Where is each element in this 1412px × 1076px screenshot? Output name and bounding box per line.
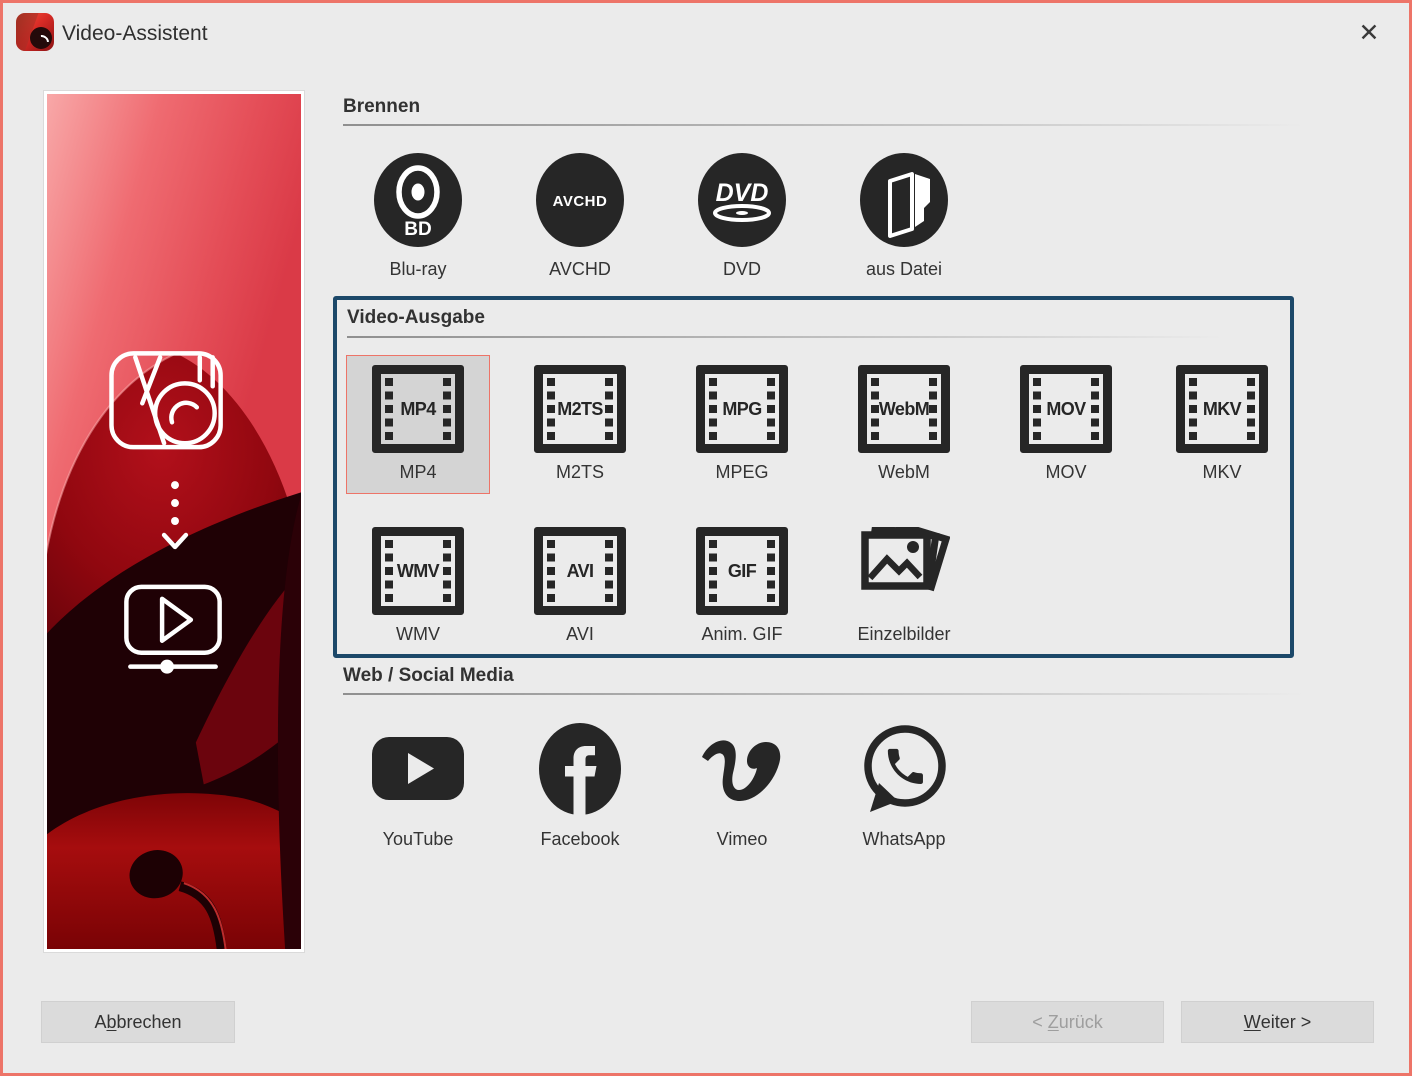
burn-option-avchd[interactable]: AVCHD AVCHD	[508, 153, 652, 280]
burn-option-bluray[interactable]: BD Blu-ray	[346, 153, 490, 280]
section-title-video-ausgabe: Video-Ausgabe	[347, 307, 485, 328]
close-button[interactable]: ✕	[1351, 15, 1387, 51]
film-strip-icon: WebM	[858, 365, 950, 453]
cancel-button[interactable]: Ab brechen	[41, 1001, 235, 1043]
option-label: Vimeo	[716, 829, 768, 849]
format-label: MOV	[1045, 462, 1087, 482]
section-rule	[347, 336, 1288, 338]
svg-text:AVCHD: AVCHD	[553, 193, 608, 210]
burn-option-from-file[interactable]: aus Datei	[832, 153, 976, 280]
option-label: aus Datei	[865, 259, 943, 279]
format-tile-mpeg[interactable]: MPG MPEG	[670, 355, 814, 494]
section-title-brennen: Brennen	[343, 96, 421, 117]
section-title-web-social: Web / Social Media	[343, 665, 514, 686]
option-label: AVCHD	[549, 259, 611, 279]
app-logo-icon	[16, 13, 54, 51]
dvd-disc-icon: DVD	[698, 153, 786, 247]
social-option-vimeo[interactable]: Vimeo	[670, 721, 814, 850]
film-strip-icon: WMV	[372, 527, 464, 615]
format-tile-einzelbilder[interactable]: Einzelbilder	[832, 517, 976, 656]
option-label: Facebook	[540, 829, 620, 849]
window-title: Video-Assistent	[62, 22, 208, 45]
format-label: M2TS	[555, 462, 604, 482]
flower-photo	[47, 94, 301, 949]
section-rule	[343, 693, 1376, 695]
format-tile-mkv[interactable]: MKV MKV	[1154, 355, 1290, 494]
film-strip-icon: AVI	[534, 527, 626, 615]
format-tile-mov[interactable]: MOV MOV	[994, 355, 1138, 494]
format-label: WebM	[878, 462, 930, 482]
format-label: Anim. GIF	[701, 624, 783, 644]
format-label: MPEG	[715, 462, 769, 482]
whatsapp-icon	[864, 725, 946, 812]
format-label: Einzelbilder	[857, 624, 951, 644]
film-strip-icon: GIF	[696, 527, 788, 615]
format-label: AVI	[566, 624, 594, 644]
next-button[interactable]: Weiter >	[1181, 1001, 1374, 1043]
social-option-youtube[interactable]: YouTube	[346, 721, 490, 850]
format-label: MKV	[1202, 462, 1242, 482]
titlebar: Video-Assistent ✕	[3, 3, 1409, 67]
option-label: DVD	[722, 259, 761, 279]
facebook-icon	[539, 723, 621, 815]
option-label: Blu-ray	[389, 259, 447, 279]
format-label: MP4	[399, 462, 437, 482]
close-icon: ✕	[1358, 19, 1380, 47]
social-option-whatsapp[interactable]: WhatsApp	[832, 721, 976, 850]
avchd-disc-icon: AVCHD	[536, 153, 624, 247]
back-button[interactable]: < Zurück	[971, 1001, 1164, 1043]
burn-option-dvd[interactable]: DVD DVD	[670, 153, 814, 280]
option-label: WhatsApp	[862, 829, 946, 849]
section-rule	[343, 124, 1376, 126]
svg-text:BD: BD	[404, 219, 431, 240]
bluray-disc-icon: BD	[374, 153, 462, 247]
format-tile-wmv[interactable]: WMV WMV	[346, 517, 490, 656]
format-tile-mp4[interactable]: MP4 MP4	[346, 355, 490, 494]
film-strip-icon: MP4	[372, 365, 464, 453]
video-assistant-dialog: Video-Assistent ✕ Brennen BD Blu-ray AVC…	[0, 0, 1412, 1076]
option-label: YouTube	[382, 829, 454, 849]
svg-text:DVD: DVD	[716, 179, 769, 207]
format-tile-anim-gif[interactable]: GIF Anim. GIF	[670, 517, 814, 656]
image-stack-icon	[861, 527, 950, 592]
film-strip-icon: MPG	[696, 365, 788, 453]
format-label: WMV	[396, 624, 440, 644]
film-strip-icon: MKV	[1176, 365, 1268, 453]
youtube-icon	[372, 737, 464, 800]
format-tile-m2ts[interactable]: M2TS M2TS	[508, 355, 652, 494]
format-tile-webm[interactable]: WebM WebM	[832, 355, 976, 494]
format-tile-avi[interactable]: AVI AVI	[508, 517, 652, 656]
video-output-frame: Video-Ausgabe MP4 MP4 M2TS M2TS MPG MPEG…	[333, 296, 1294, 658]
from-file-icon	[860, 153, 948, 247]
vimeo-icon	[702, 740, 781, 801]
film-strip-icon: MOV	[1020, 365, 1112, 453]
social-option-facebook[interactable]: Facebook	[508, 721, 652, 850]
preview-panel	[43, 90, 305, 953]
film-strip-icon: M2TS	[534, 365, 626, 453]
